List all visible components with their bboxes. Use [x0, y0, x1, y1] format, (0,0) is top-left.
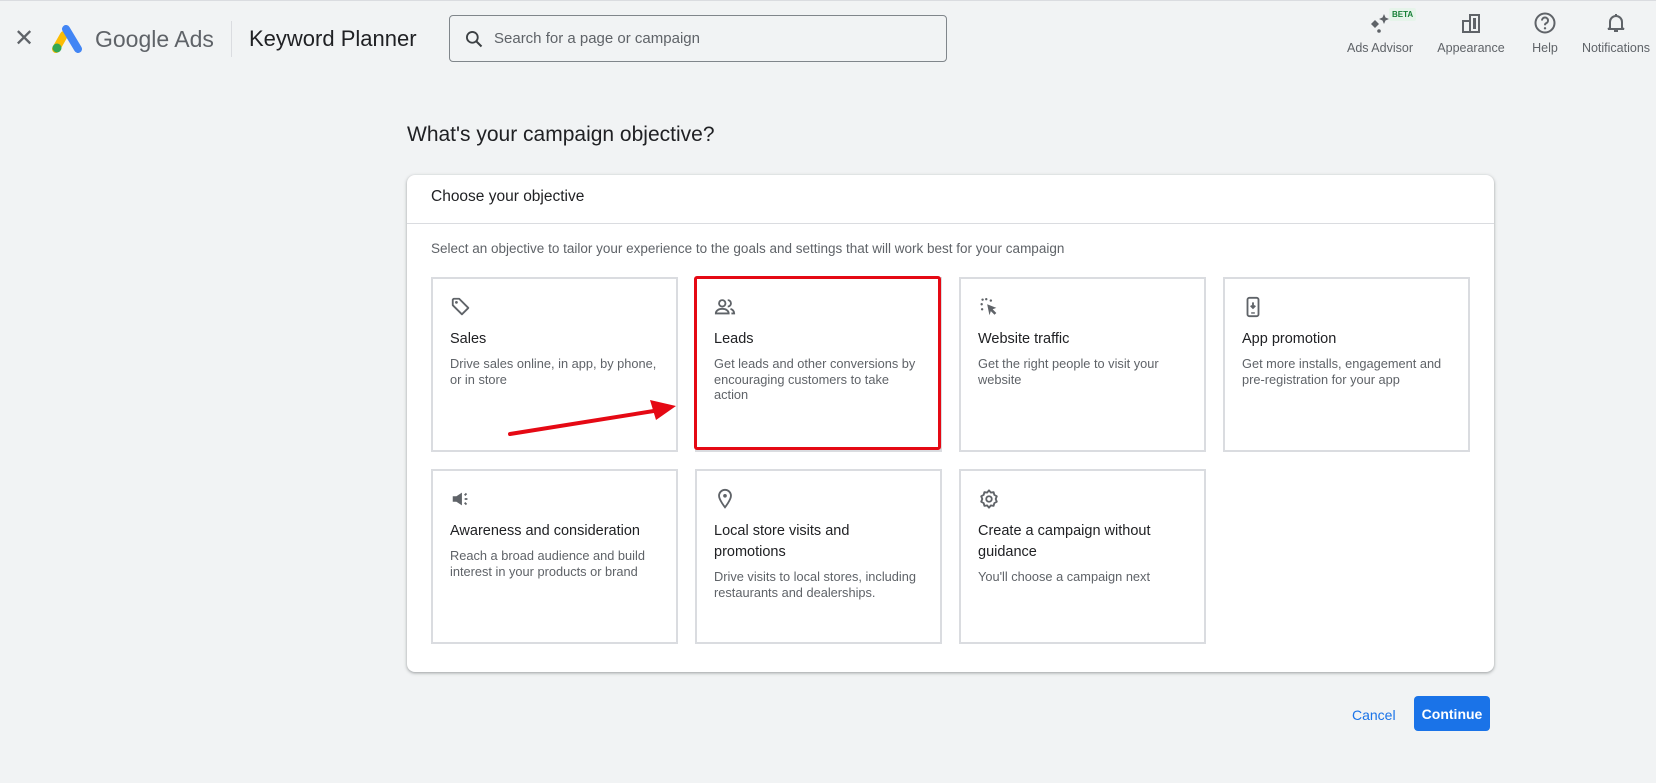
objective-description: You'll choose a campaign next [978, 569, 1151, 584]
gear-icon [980, 489, 998, 509]
tool-label: Ads Advisor [1346, 41, 1413, 55]
objective-title: App promotion [1242, 331, 1337, 347]
objective-title: Leads [714, 331, 754, 347]
panel-title: Choose your objective [407, 175, 1494, 224]
phone-download-icon [1246, 296, 1260, 318]
bell-icon [1607, 14, 1625, 32]
search-icon [466, 30, 483, 47]
page-title: What's your campaign objective? [407, 123, 715, 146]
objective-description: Drive visits to local stores, including … [714, 569, 916, 600]
cursor-click-icon [980, 298, 997, 316]
objective-description: Get more installs, engagement and pre-re… [1242, 356, 1442, 387]
close-icon[interactable]: ✕ [12, 27, 36, 51]
panel-description: Select an objective to tailor your exper… [431, 241, 1065, 256]
objective-card-website-traffic[interactable]: Website traffic Get the right people to … [959, 277, 1206, 452]
google-ads-logo [52, 25, 82, 53]
megaphone-icon [452, 492, 468, 506]
ads-advisor-button[interactable]: BETA Ads Advisor [1335, 8, 1425, 55]
cancel-button[interactable]: Cancel [1346, 703, 1402, 727]
tool-label: Appearance [1437, 41, 1505, 55]
appearance-icon [1462, 14, 1480, 33]
objective-description: Reach a broad audience and build interes… [450, 548, 645, 579]
continue-button[interactable]: Continue [1414, 696, 1490, 731]
objective-title: Create a campaign without guidance [978, 523, 1151, 560]
tool-label: Help [1532, 41, 1558, 55]
objective-title: Website traffic [978, 331, 1070, 347]
brand-name: Google Ads [95, 26, 214, 52]
objective-card-awareness[interactable]: Awareness and consideration Reach a broa… [431, 469, 678, 644]
objective-title: Awareness and consideration [450, 523, 640, 539]
product-title: Keyword Planner [249, 26, 417, 51]
notifications-button[interactable]: Notifications [1571, 11, 1656, 55]
objective-description: Drive sales online, in app, by phone, or… [450, 356, 657, 387]
objective-card-no-guidance[interactable]: Create a campaign without guidance You'l… [959, 469, 1206, 644]
objective-description: Get leads and other conversions by encou… [714, 356, 916, 402]
objective-card-local-store[interactable]: Local store visits and promotions Drive … [695, 469, 942, 644]
objective-card-leads[interactable]: Leads Get leads and other conversions by… [695, 277, 942, 452]
tool-label: Notifications [1581, 41, 1651, 55]
help-icon [1534, 12, 1556, 34]
objective-card-sales[interactable]: Sales Drive sales online, in app, by pho… [431, 277, 678, 452]
search-box[interactable] [449, 15, 947, 62]
search-input[interactable] [494, 30, 914, 47]
objective-title: Sales [450, 331, 487, 347]
people-icon [714, 299, 736, 315]
objective-description: Get the right people to visit your websi… [978, 356, 1159, 387]
header-divider [231, 21, 232, 57]
objective-card-app-promotion[interactable]: App promotion Get more installs, engagem… [1223, 277, 1470, 452]
location-pin-icon [718, 488, 732, 509]
tag-icon [451, 297, 470, 316]
objective-title: Local store visits and promotions [714, 523, 850, 560]
beta-badge: BETA [1389, 8, 1417, 21]
